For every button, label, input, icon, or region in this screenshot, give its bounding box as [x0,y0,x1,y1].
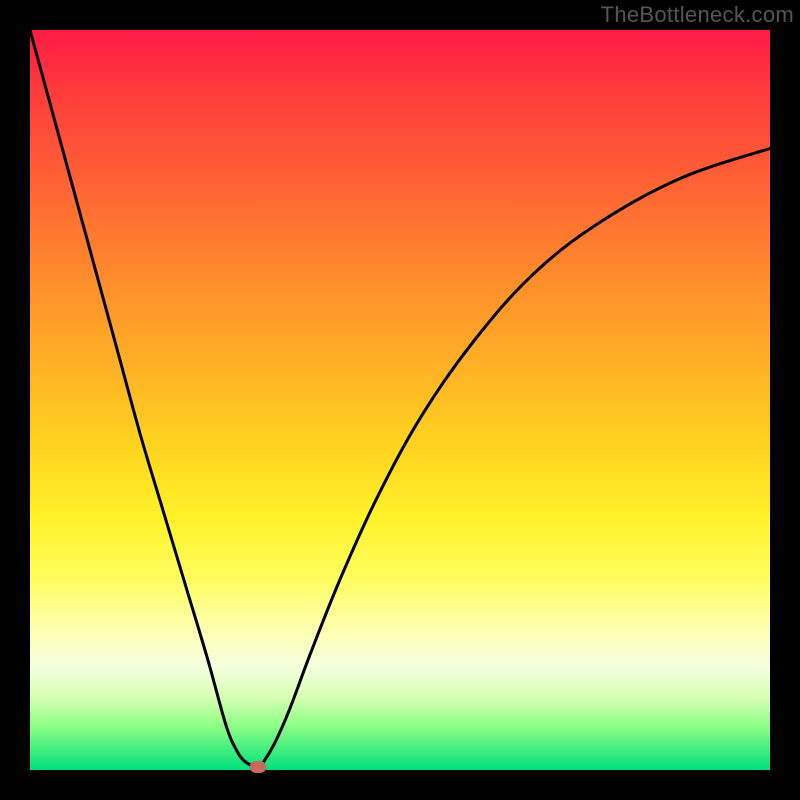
curve-svg [30,30,770,770]
chart-frame: TheBottleneck.com [0,0,800,800]
plot-area [30,30,770,770]
bottleneck-curve [30,30,770,767]
minimum-marker [250,761,266,773]
watermark-text: TheBottleneck.com [601,2,794,28]
